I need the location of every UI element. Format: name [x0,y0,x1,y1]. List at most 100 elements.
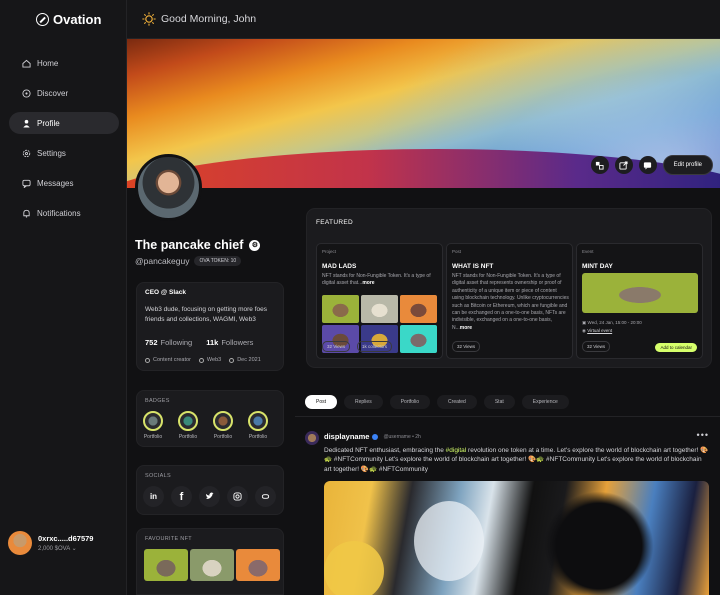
tab-created[interactable]: Created [437,395,477,409]
calendar-icon: ▣ [582,320,587,325]
post-image[interactable] [324,481,709,595]
post-author-avatar[interactable] [305,431,319,445]
badge-icon [178,411,198,431]
tab-post[interactable]: Post [305,395,338,409]
about-card: CEO @ Slack Web3 dude, focusing on getti… [136,282,284,371]
facebook-icon[interactable]: f [171,486,192,507]
greeting-text: Good Morning, John [161,13,257,25]
image-blob [544,491,654,595]
featured-title: FEATURED [316,219,353,226]
more-link[interactable]: more [362,280,374,286]
image-blob [414,501,484,581]
add-to-calendar-button[interactable]: Add to calendar [655,343,697,352]
post-meta: @username • 2h [383,433,421,440]
followers-stat[interactable]: 11k Followers [206,338,253,347]
sidebar-item-notifications[interactable]: Notifications [9,202,119,224]
nft-thumbnail [361,295,398,323]
more-link[interactable]: more [460,325,472,331]
badge-item[interactable]: Portfolio [213,411,233,440]
card-category: Event [582,249,594,254]
tab-stat[interactable]: Stat [483,395,515,409]
profile-name: The pancake chief ⚙ [135,238,261,252]
bell-icon [22,209,31,218]
favourite-nft-card: FAVOURITE NFT [136,528,284,595]
profile-name-text: The pancake chief [135,238,244,252]
social-links: in f [143,486,276,507]
profile-bio: Web3 dude, focusing on getting more foes… [145,306,268,323]
translate-button[interactable] [590,156,609,174]
card-title: WHAT IS NFT [452,263,494,270]
location-icon [198,357,204,363]
more-options-icon[interactable]: ••• [697,430,709,440]
gear-icon [22,149,31,158]
tab-experience[interactable]: Experience [521,395,569,409]
profile-settings-icon[interactable]: ⚙ [249,239,261,251]
badge-item[interactable]: Portfolio [143,411,163,440]
nft-thumbnail [400,295,437,323]
post-author-name[interactable]: displayname [324,432,369,441]
badge-item[interactable]: Portfolio [248,411,268,440]
tab-replies[interactable]: Replies [344,395,383,409]
hashtag-link[interactable]: #digital [446,447,467,454]
sidebar-item-home[interactable]: Home [9,52,119,74]
sidebar-item-label: Notifications [37,208,81,218]
compass-icon [22,88,31,98]
featured-card-post[interactable]: Post WHAT IS NFT NFT stands for Non-Fung… [446,243,573,359]
wallet-summary[interactable]: 0xrxc.....d67579 2,000 $OVA ⌄ [8,531,93,555]
favourite-nft-image[interactable] [190,549,234,581]
follow-stats: 752 Following 11k Followers [145,338,253,347]
top-bar: Good Morning, John [127,0,720,39]
favourite-nft-image[interactable] [144,549,188,581]
nft-thumbnail [322,295,359,323]
views-chip: 32 Views [582,341,611,352]
user-icon [22,119,31,128]
favourite-nft-image[interactable] [236,549,280,581]
tab-portfolio[interactable]: Portfolio [389,395,431,409]
sidebar-item-label: Profile [37,118,60,128]
event-details: ▣ Wed, 24 Jan, 15:00 - 20:00 ◉ Virtual e… [582,319,642,335]
badge-item[interactable]: Portfolio [178,411,198,440]
calendar-icon [229,357,235,363]
edit-profile-button[interactable]: Edit profile [662,155,713,175]
chevron-down-icon: ⌄ [71,546,77,552]
twitter-icon[interactable] [199,486,220,507]
image-blob [324,541,384,595]
nft-thumbnail [400,325,437,353]
share-icon [619,160,628,170]
sidebar-item-discover[interactable]: Discover [9,82,119,104]
instagram-icon[interactable] [227,486,248,507]
sun-icon [142,12,156,26]
following-stat[interactable]: 752 Following [145,338,192,347]
wallet-avatar [8,531,32,555]
brand-logo[interactable]: Ovation [36,12,101,27]
profile-banner: Edit profile [127,39,720,188]
message-button[interactable] [638,156,657,174]
card-category: Project [322,249,337,254]
sidebar-item-messages[interactable]: Messages [9,172,119,194]
home-icon [22,59,31,68]
badge-icon [248,411,268,431]
views-chip: 32 Views [452,341,481,352]
sidebar-item-profile[interactable]: Profile [9,112,119,134]
sidebar-item-settings[interactable]: Settings [9,142,119,164]
event-image [582,273,698,313]
linkedin-icon[interactable]: in [143,486,164,507]
message-icon [22,179,31,188]
meta-location: Web3 [198,357,221,363]
post-header: displayname @username • 2h [324,432,421,441]
link-icon[interactable] [255,486,276,507]
badge-icon [143,411,163,431]
card-title: MINT DAY [582,263,613,270]
brand-name: Ovation [53,12,102,27]
favourite-nft-list [144,549,280,581]
verified-icon [372,433,379,440]
briefcase-icon [145,357,150,363]
featured-card-event[interactable]: Event MINT DAY ▣ Wed, 24 Jan, 15:00 - 20… [576,243,703,359]
share-button[interactable] [614,156,633,174]
handle-text: @pancakeguy [135,256,190,266]
featured-card-project[interactable]: Project MAD LADS NFT stands for Non-Fung… [316,243,443,359]
socials-title: SOCIALS [145,473,171,479]
profile-meta: Content creator Web3 Dec 2021 [145,357,261,363]
post-body: Dedicated NFT enthusiast, embracing the … [324,447,709,473]
card-description: NFT stands for Non-Fungible Token. It's … [322,273,431,287]
